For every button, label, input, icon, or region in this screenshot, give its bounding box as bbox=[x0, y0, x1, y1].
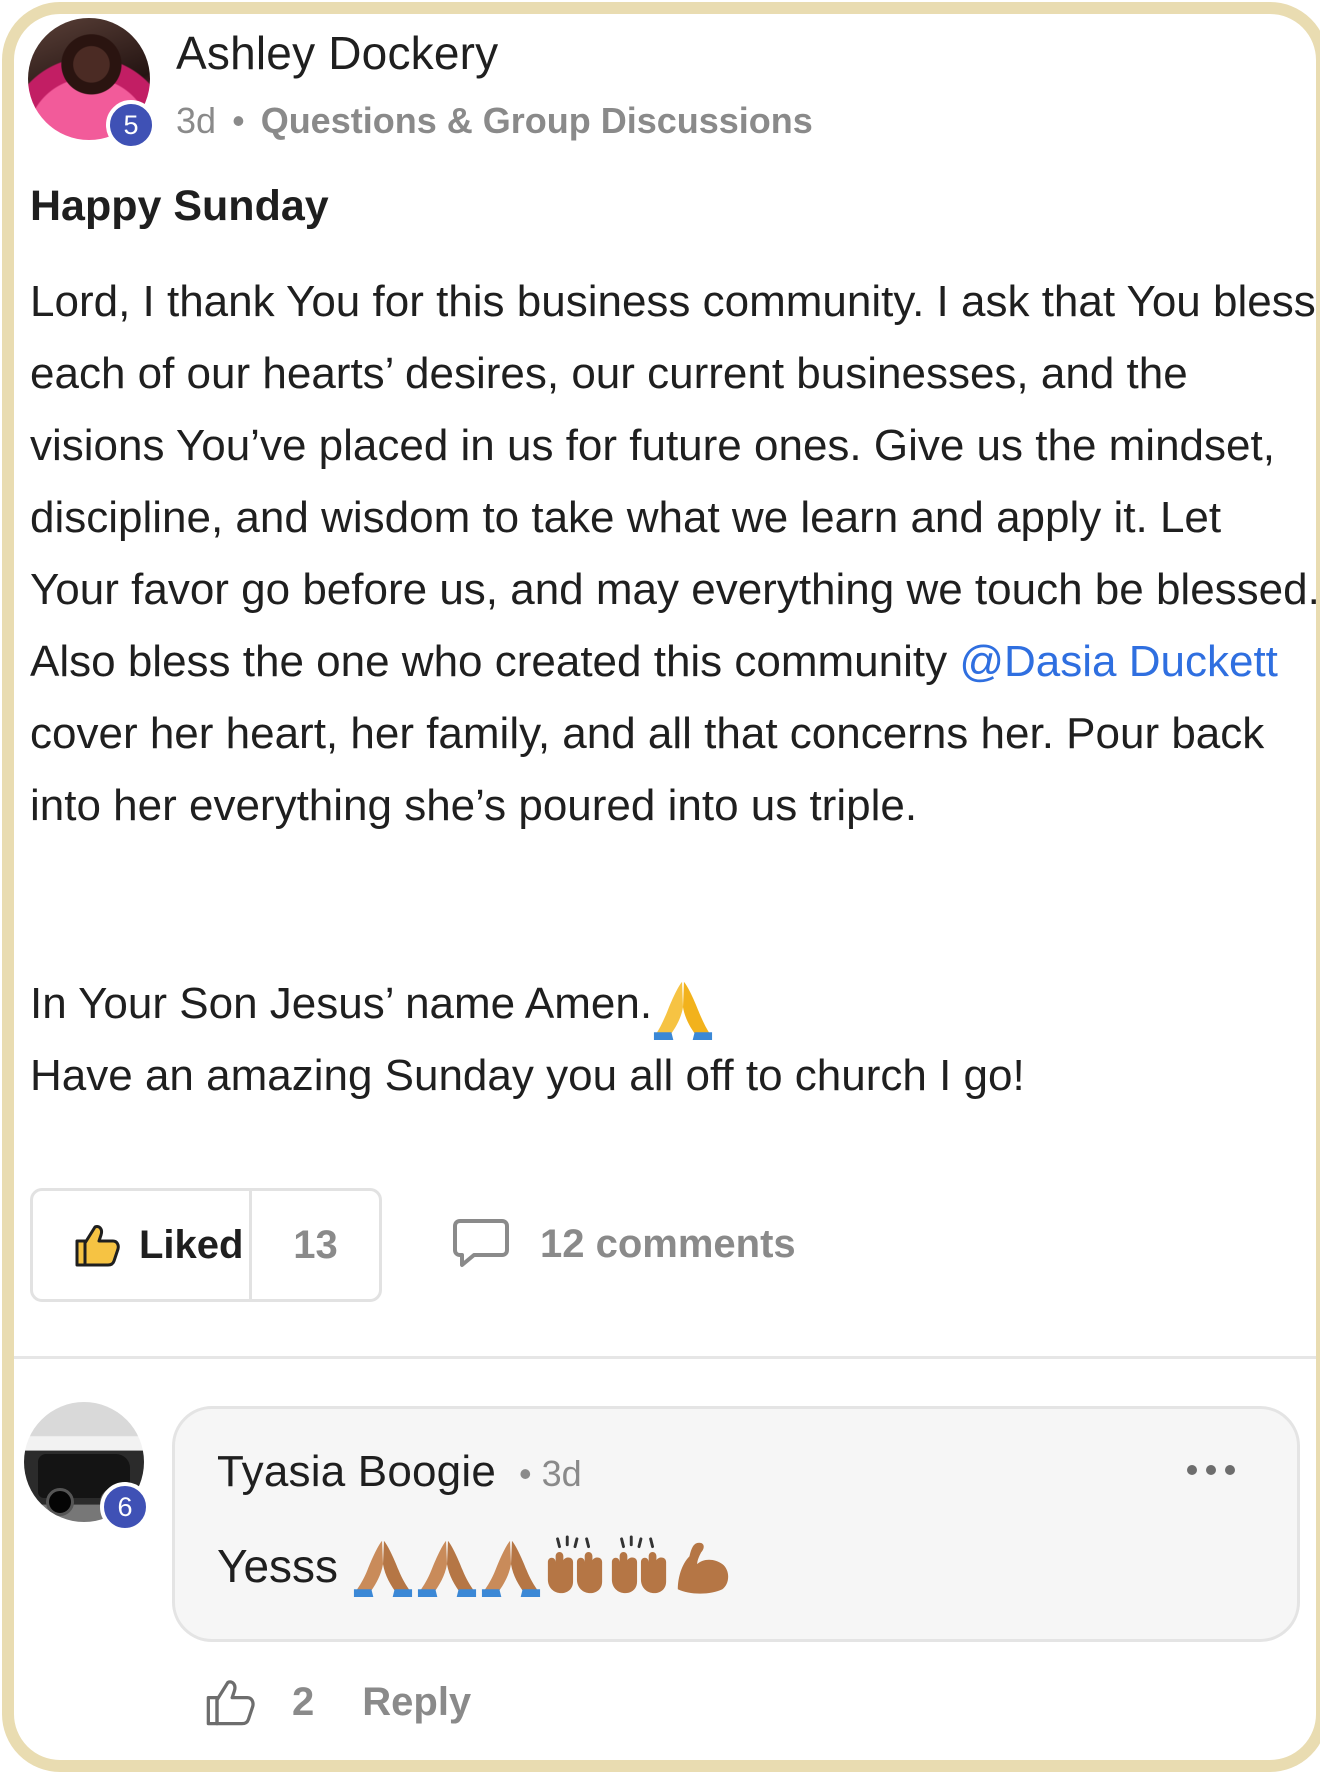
comments-count-label: 12 comments bbox=[540, 1221, 796, 1266]
commenter-name[interactable]: Tyasia Boogie bbox=[217, 1447, 496, 1497]
comment-separator: • bbox=[519, 1453, 532, 1494]
more-options-icon[interactable] bbox=[1187, 1465, 1235, 1481]
post-body-text: Lord, I thank You for this business comm… bbox=[30, 277, 1320, 686]
like-button[interactable]: Liked bbox=[33, 1191, 249, 1299]
comment-like-count[interactable]: 2 bbox=[292, 1680, 314, 1725]
post-closing: In Your Son Jesus’ name Amen. Have an am… bbox=[30, 968, 1025, 1112]
section-divider bbox=[14, 1356, 1316, 1359]
commenter-level-badge: 6 bbox=[100, 1482, 150, 1532]
meta-separator: • bbox=[232, 100, 245, 141]
reply-button[interactable]: Reply bbox=[362, 1680, 471, 1725]
comment-text: Yesss bbox=[217, 1535, 736, 1597]
comment-card: Tyasia Boogie • 3d Yesss bbox=[172, 1406, 1300, 1642]
raising-hands-emoji bbox=[611, 1535, 667, 1594]
like-button-group: Liked 13 bbox=[30, 1188, 382, 1302]
thumbs-up-icon bbox=[75, 1225, 120, 1267]
closing-line-2: Have an amazing Sunday you all off to ch… bbox=[30, 1051, 1025, 1100]
post-meta: 3d • Questions & Group Discussions bbox=[176, 100, 813, 142]
post-card: 5 Ashley Dockery 3d • Questions & Group … bbox=[2, 2, 1320, 1772]
comment-bubble-icon bbox=[453, 1219, 509, 1267]
comment-text-content: Yesss bbox=[217, 1540, 339, 1592]
flexed-biceps-emoji bbox=[677, 1542, 729, 1594]
comment-actions: 2 Reply bbox=[204, 1676, 471, 1728]
thumbs-up-outline-icon[interactable] bbox=[204, 1676, 256, 1728]
comment-time: 3d bbox=[541, 1453, 582, 1494]
like-count[interactable]: 13 bbox=[252, 1223, 379, 1268]
folded-hands-emoji bbox=[417, 1540, 477, 1597]
raising-hands-emoji bbox=[547, 1535, 603, 1594]
post-title: Happy Sunday bbox=[30, 182, 329, 230]
mention-link[interactable]: @Dasia Duckett bbox=[959, 637, 1278, 686]
level-badge: 5 bbox=[106, 100, 156, 150]
folded-hands-emoji bbox=[481, 1540, 541, 1597]
like-label: Liked bbox=[139, 1222, 244, 1267]
post-body: Lord, I thank You for this business comm… bbox=[30, 266, 1320, 842]
comments-button[interactable]: 12 comments bbox=[452, 1218, 796, 1270]
comment-emojis bbox=[352, 1535, 736, 1597]
post-time: 3d bbox=[176, 100, 217, 141]
post-body-text-continued: cover her heart, her family, and all tha… bbox=[30, 709, 1265, 830]
car-wheel bbox=[46, 1488, 74, 1516]
author-name[interactable]: Ashley Dockery bbox=[176, 26, 498, 80]
folded-hands-emoji bbox=[353, 1540, 413, 1597]
group-link[interactable]: Questions & Group Discussions bbox=[261, 100, 813, 141]
comment-meta: • 3d bbox=[519, 1453, 582, 1495]
post-header: 5 Ashley Dockery 3d • Questions & Group … bbox=[14, 14, 1316, 164]
closing-line-1: In Your Son Jesus’ name Amen. bbox=[30, 979, 653, 1028]
folded-hands-emoji bbox=[654, 981, 713, 1040]
